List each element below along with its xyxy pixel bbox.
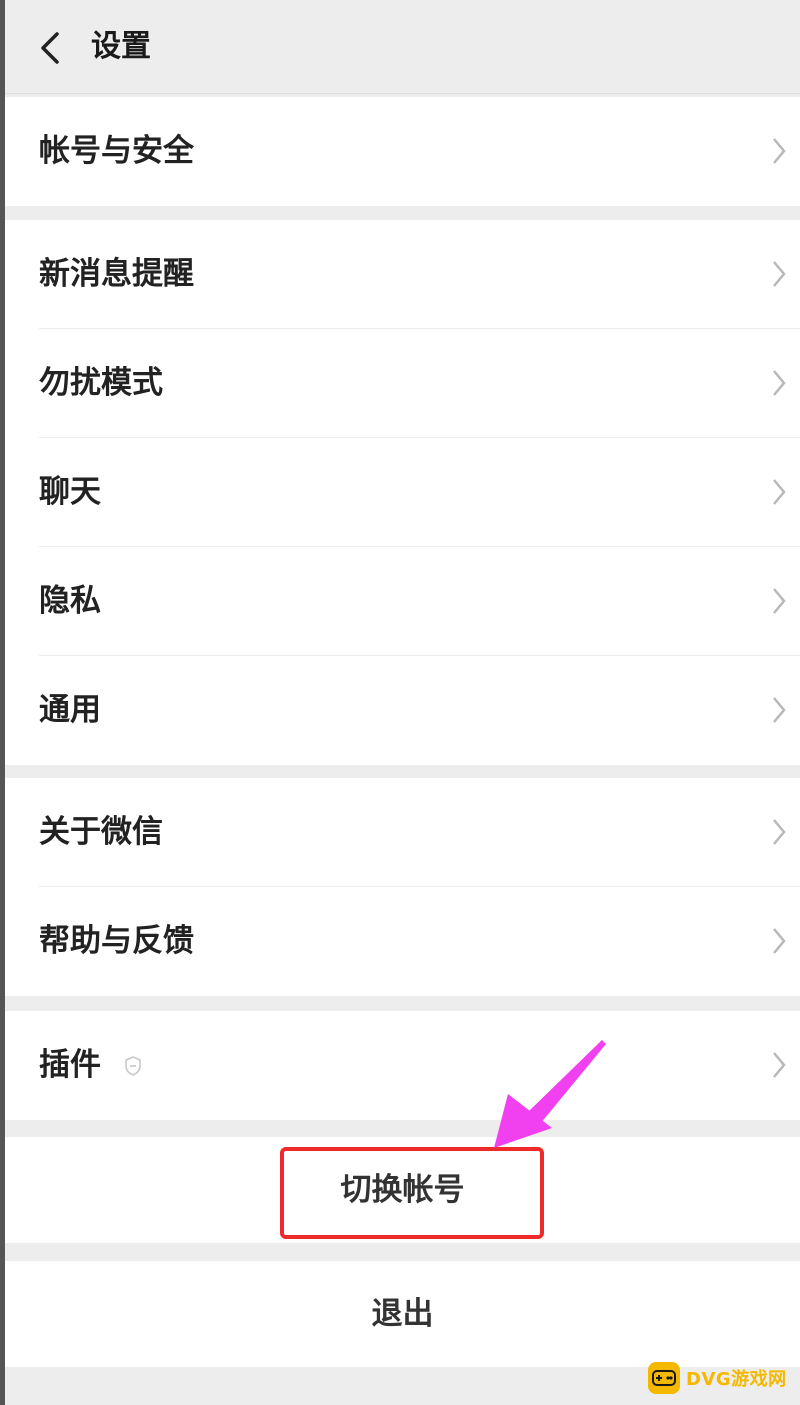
back-arrow-icon[interactable] [33, 28, 69, 68]
settings-group-about: 关于微信 帮助与反馈 [5, 778, 800, 996]
settings-item-notifications[interactable]: 新消息提醒 [5, 220, 800, 329]
settings-item-label: 插件 [39, 1047, 101, 1083]
settings-item-label: 帮助与反馈 [39, 923, 194, 959]
settings-item-chat[interactable]: 聊天 [5, 438, 800, 547]
chevron-right-icon [773, 697, 786, 723]
settings-item-about[interactable]: 关于微信 [5, 778, 800, 887]
chevron-right-icon [773, 1052, 786, 1078]
settings-item-plugins[interactable]: 插件 [5, 1011, 800, 1120]
logout-button[interactable]: 退出 [5, 1261, 800, 1367]
settings-item-label: 关于微信 [39, 814, 163, 850]
watermark: DVG游戏网 [648, 1360, 787, 1396]
watermark-text: DVG游戏网 [686, 1369, 787, 1390]
page-title: 设置 [91, 29, 151, 64]
settings-item-label: 通用 [39, 692, 101, 728]
chevron-right-icon [773, 928, 786, 954]
chevron-right-icon [773, 261, 786, 287]
highlight-box [280, 1147, 544, 1239]
settings-item-label: 聊天 [39, 474, 101, 510]
chevron-right-icon [773, 819, 786, 845]
settings-item-account-security[interactable]: 帐号与安全 [5, 97, 800, 206]
settings-item-label: 帐号与安全 [39, 133, 194, 169]
settings-item-label: 勿扰模式 [39, 365, 163, 401]
settings-item-label: 新消息提醒 [39, 256, 194, 292]
settings-item-help-feedback[interactable]: 帮助与反馈 [5, 887, 800, 996]
settings-item-label: 隐私 [39, 583, 101, 619]
settings-group-main: 新消息提醒 勿扰模式 聊天 隐私 通用 [5, 220, 800, 765]
chevron-right-icon [773, 370, 786, 396]
gamepad-logo-icon [648, 1362, 680, 1394]
title-bar: 设置 [5, 0, 800, 94]
settings-item-general[interactable]: 通用 [5, 656, 800, 765]
settings-group-plugins: 插件 [5, 1011, 800, 1120]
pointer-arrow-icon [494, 1040, 606, 1148]
chevron-right-icon [773, 588, 786, 614]
settings-item-do-not-disturb[interactable]: 勿扰模式 [5, 329, 800, 438]
plugin-shield-icon [125, 1056, 141, 1076]
settings-group-account: 帐号与安全 [5, 97, 800, 206]
chevron-right-icon [773, 138, 786, 164]
settings-item-privacy[interactable]: 隐私 [5, 547, 800, 656]
chevron-right-icon [773, 479, 786, 505]
